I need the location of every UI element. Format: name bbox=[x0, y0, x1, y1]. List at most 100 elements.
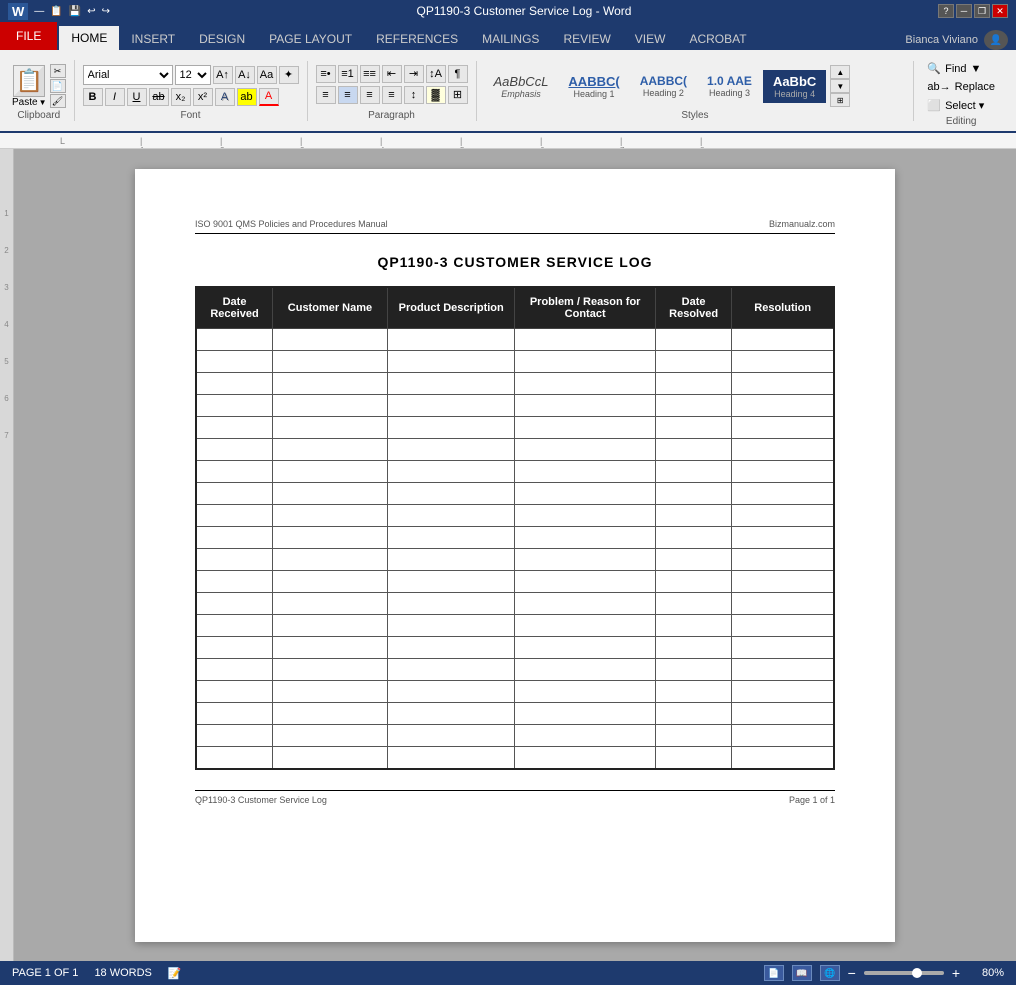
zoom-in-btn[interactable]: + bbox=[952, 965, 960, 981]
numbering-btn[interactable]: ≡1 bbox=[338, 65, 358, 83]
zoom-out-btn[interactable]: − bbox=[848, 965, 856, 981]
table-cell[interactable] bbox=[387, 395, 515, 417]
zoom-level[interactable]: 80% bbox=[968, 967, 1004, 979]
table-cell[interactable] bbox=[732, 439, 834, 461]
table-cell[interactable] bbox=[515, 527, 655, 549]
subscript-btn[interactable]: x₂ bbox=[171, 88, 191, 106]
bold-btn[interactable]: B bbox=[83, 88, 103, 106]
window-controls[interactable]: ? ─ ❐ ✕ bbox=[938, 4, 1008, 18]
table-cell[interactable] bbox=[732, 329, 834, 351]
justify-btn[interactable]: ≡ bbox=[382, 86, 402, 104]
increase-font-btn[interactable]: A↑ bbox=[213, 66, 233, 84]
paste-button[interactable]: 📋 Paste ▼ bbox=[12, 65, 47, 108]
table-cell[interactable] bbox=[273, 461, 388, 483]
font-size-select[interactable]: 12 bbox=[175, 65, 211, 85]
select-button[interactable]: ⬜ Select ▾ bbox=[922, 97, 989, 114]
table-cell[interactable] bbox=[655, 483, 732, 505]
table-cell[interactable] bbox=[196, 659, 273, 681]
tab-home[interactable]: HOME bbox=[59, 26, 119, 50]
tab-page-layout[interactable]: PAGE LAYOUT bbox=[257, 28, 364, 50]
read-mode-btn[interactable]: 📖 bbox=[792, 965, 812, 981]
font-family-select[interactable]: Arial bbox=[83, 65, 173, 85]
strikethrough-btn[interactable]: ab bbox=[149, 88, 169, 106]
multilevel-list-btn[interactable]: ≡≡ bbox=[360, 65, 380, 83]
table-cell[interactable] bbox=[196, 637, 273, 659]
align-center-btn[interactable]: ≡ bbox=[338, 86, 358, 104]
table-cell[interactable] bbox=[196, 373, 273, 395]
table-cell[interactable] bbox=[196, 417, 273, 439]
tab-references[interactable]: REFERENCES bbox=[364, 28, 470, 50]
language-icon[interactable]: 📝 bbox=[168, 967, 182, 980]
table-cell[interactable] bbox=[273, 527, 388, 549]
align-right-btn[interactable]: ≡ bbox=[360, 86, 380, 104]
restore-btn[interactable]: ❐ bbox=[974, 4, 990, 18]
table-cell[interactable] bbox=[655, 395, 732, 417]
table-cell[interactable] bbox=[273, 329, 388, 351]
table-cell[interactable] bbox=[655, 615, 732, 637]
table-cell[interactable] bbox=[387, 637, 515, 659]
table-cell[interactable] bbox=[655, 373, 732, 395]
table-cell[interactable] bbox=[732, 505, 834, 527]
table-cell[interactable] bbox=[387, 527, 515, 549]
table-cell[interactable] bbox=[387, 659, 515, 681]
table-cell[interactable] bbox=[655, 329, 732, 351]
table-cell[interactable] bbox=[655, 747, 732, 769]
table-cell[interactable] bbox=[515, 659, 655, 681]
help-btn[interactable]: ? bbox=[938, 4, 954, 18]
table-cell[interactable] bbox=[515, 725, 655, 747]
table-cell[interactable] bbox=[515, 593, 655, 615]
table-cell[interactable] bbox=[273, 417, 388, 439]
table-cell[interactable] bbox=[273, 703, 388, 725]
table-cell[interactable] bbox=[732, 615, 834, 637]
tab-mailings[interactable]: MAILINGS bbox=[470, 28, 551, 50]
table-cell[interactable] bbox=[273, 549, 388, 571]
table-cell[interactable] bbox=[196, 593, 273, 615]
close-btn[interactable]: ✕ bbox=[992, 4, 1008, 18]
table-cell[interactable] bbox=[732, 703, 834, 725]
table-cell[interactable] bbox=[387, 461, 515, 483]
table-cell[interactable] bbox=[655, 703, 732, 725]
text-effect-btn[interactable]: A bbox=[215, 88, 235, 106]
table-cell[interactable] bbox=[655, 417, 732, 439]
borders-btn[interactable]: ⊞ bbox=[448, 86, 468, 104]
superscript-btn[interactable]: x² bbox=[193, 88, 213, 106]
table-cell[interactable] bbox=[655, 549, 732, 571]
table-cell[interactable] bbox=[732, 527, 834, 549]
table-cell[interactable] bbox=[387, 439, 515, 461]
table-cell[interactable] bbox=[196, 549, 273, 571]
table-cell[interactable] bbox=[515, 681, 655, 703]
find-button[interactable]: 🔍 Find ▼ bbox=[922, 60, 986, 77]
table-cell[interactable] bbox=[515, 417, 655, 439]
table-cell[interactable] bbox=[387, 417, 515, 439]
style-heading2[interactable]: AABBC( Heading 2 bbox=[631, 71, 696, 101]
table-cell[interactable] bbox=[196, 615, 273, 637]
table-cell[interactable] bbox=[273, 747, 388, 769]
tab-file[interactable]: FILE bbox=[0, 22, 57, 50]
table-cell[interactable] bbox=[273, 593, 388, 615]
table-cell[interactable] bbox=[387, 615, 515, 637]
decrease-indent-btn[interactable]: ⇤ bbox=[382, 65, 402, 83]
table-cell[interactable] bbox=[515, 395, 655, 417]
table-cell[interactable] bbox=[387, 549, 515, 571]
table-cell[interactable] bbox=[196, 351, 273, 373]
style-emphasis[interactable]: AaBbCcL Emphasis bbox=[485, 71, 558, 102]
table-cell[interactable] bbox=[273, 615, 388, 637]
decrease-font-btn[interactable]: A↓ bbox=[235, 66, 255, 84]
table-cell[interactable] bbox=[732, 417, 834, 439]
table-cell[interactable] bbox=[732, 395, 834, 417]
italic-btn[interactable]: I bbox=[105, 88, 125, 106]
zoom-slider[interactable] bbox=[864, 971, 944, 975]
table-cell[interactable] bbox=[387, 373, 515, 395]
style-heading3[interactable]: 1.0 AAE Heading 3 bbox=[698, 71, 761, 101]
table-cell[interactable] bbox=[387, 703, 515, 725]
table-cell[interactable] bbox=[655, 439, 732, 461]
styles-scroll-up[interactable]: ▲ bbox=[830, 65, 850, 79]
table-cell[interactable] bbox=[515, 329, 655, 351]
styles-expand[interactable]: ⊞ bbox=[830, 93, 850, 107]
table-cell[interactable] bbox=[196, 703, 273, 725]
styles-scroll-down[interactable]: ▼ bbox=[830, 79, 850, 93]
table-cell[interactable] bbox=[196, 329, 273, 351]
table-cell[interactable] bbox=[732, 681, 834, 703]
increase-indent-btn[interactable]: ⇥ bbox=[404, 65, 424, 83]
table-cell[interactable] bbox=[655, 681, 732, 703]
